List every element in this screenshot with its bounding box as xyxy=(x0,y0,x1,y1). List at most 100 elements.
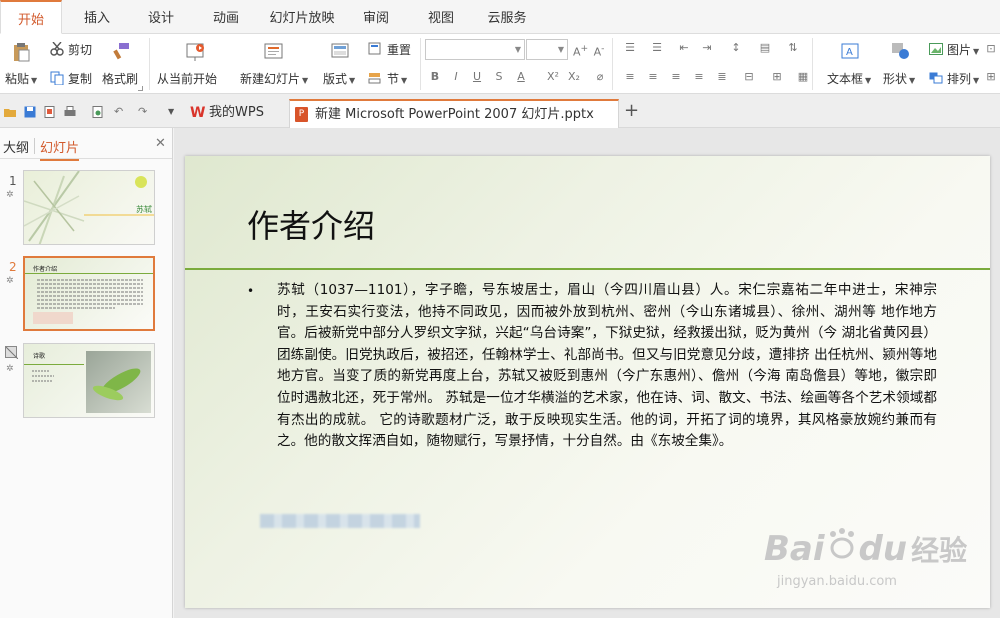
animation-star-icon: ✲ xyxy=(6,276,14,286)
justify-icon[interactable]: ≡ xyxy=(692,70,706,83)
underline-icon[interactable]: U xyxy=(470,70,484,83)
play-from-current-icon[interactable] xyxy=(186,42,206,65)
shape-icon[interactable] xyxy=(891,42,911,63)
close-panel-icon[interactable]: ✕ xyxy=(155,136,166,151)
clear-format-icon[interactable]: ⌀ xyxy=(593,70,607,83)
ribbon-divider xyxy=(612,38,613,90)
columns-icon[interactable]: ▤ xyxy=(758,41,772,54)
new-slide-icon[interactable] xyxy=(264,42,284,65)
layout-icon[interactable] xyxy=(331,42,349,63)
cut-button[interactable]: 剪切 xyxy=(68,41,92,58)
clipboard-expand-icon[interactable] xyxy=(138,86,143,91)
tab-view[interactable]: 视图 xyxy=(416,0,466,34)
ribbon-more-icon-2[interactable]: ⊞ xyxy=(984,70,998,83)
open-icon[interactable] xyxy=(4,106,16,118)
slide-thumbnail-3[interactable]: 诗歌 xyxy=(23,343,155,418)
tab-animation[interactable]: 动画 xyxy=(201,0,251,34)
save-icon[interactable] xyxy=(24,106,36,118)
hidden-slide-icon xyxy=(5,346,19,360)
tab-my-wps[interactable]: W 我的WPS xyxy=(184,99,288,128)
new-slide-button[interactable]: 新建幻灯片 ▼ xyxy=(240,70,308,87)
watermark-brand: Bai xyxy=(764,529,825,569)
watermark-cn: 经验 xyxy=(911,534,968,567)
new-tab-button[interactable]: + xyxy=(624,100,639,121)
arrange-button[interactable]: 排列 ▼ xyxy=(947,70,979,87)
thumb-text-lines xyxy=(33,279,143,324)
slide-thumbnail-2[interactable]: 作者介绍 xyxy=(23,256,155,331)
text-direction-icon[interactable]: ⇅ xyxy=(786,41,800,54)
subscript-icon[interactable]: X₂ xyxy=(567,70,581,83)
layout-button[interactable]: 版式 ▼ xyxy=(323,70,355,87)
ribbon-divider xyxy=(149,38,150,90)
increase-indent-icon[interactable]: ⇥ xyxy=(700,41,714,54)
export-pdf-icon[interactable] xyxy=(92,106,104,118)
textbox-button[interactable]: 文本框 ▼ xyxy=(827,70,871,87)
section-button[interactable]: 节 ▼ xyxy=(387,70,407,87)
copy-button[interactable]: 复制 xyxy=(68,70,92,87)
print-preview-icon[interactable] xyxy=(44,106,56,118)
align-right-icon[interactable]: ≡ xyxy=(669,70,683,83)
paragraph-settings-icon[interactable]: ▦ xyxy=(796,70,810,83)
tab-design[interactable]: 设计 xyxy=(136,0,186,34)
from-current-button[interactable]: 从当前开始 xyxy=(157,70,217,87)
tab-insert[interactable]: 插入 xyxy=(72,0,122,34)
slide-thumbnail-1[interactable]: 苏轼 xyxy=(23,170,155,245)
tab-outline[interactable]: 大纲 xyxy=(3,137,29,156)
slide-number: 1 xyxy=(9,174,17,188)
panel-divider xyxy=(0,158,172,159)
ribbon: 粘贴 ▼ 剪切 复制 格式刷 从当前开始 新建幻灯片 ▼ 版式 ▼ 重置 节 ▼ ▼ ▼… xyxy=(0,34,1000,94)
picture-button[interactable]: 图片 ▼ xyxy=(947,41,979,58)
italic-icon[interactable]: I xyxy=(449,70,463,83)
tab-home[interactable]: 开始 xyxy=(0,0,62,34)
font-color-icon[interactable]: A xyxy=(514,70,528,83)
thumb-text-lines xyxy=(32,370,54,382)
scissors-icon xyxy=(50,41,64,59)
grow-font-icon[interactable]: A+ xyxy=(573,43,588,59)
slide-title[interactable]: 作者介绍 xyxy=(247,201,375,247)
thumb-title: 苏轼 xyxy=(136,205,152,214)
ribbon-divider xyxy=(812,38,813,90)
tab-slideshow[interactable]: 幻灯片放映 xyxy=(264,0,340,34)
vertical-align-icon[interactable]: ⊟ xyxy=(742,70,756,83)
copy-icon xyxy=(50,71,64,88)
font-name-select[interactable]: ▼ xyxy=(425,39,525,60)
redo-icon[interactable]: ↷ xyxy=(138,106,150,118)
format-painter-button[interactable]: 格式刷 xyxy=(102,70,138,87)
ribbon-more-icon[interactable]: ⊡ xyxy=(984,42,998,55)
align-center-icon[interactable]: ≡ xyxy=(646,70,660,83)
tab-review[interactable]: 审阅 xyxy=(351,0,401,34)
bold-icon[interactable]: B xyxy=(428,70,442,83)
undo-icon[interactable]: ↶ xyxy=(114,106,126,118)
tab-cloud[interactable]: 云服务 xyxy=(480,0,534,34)
paste-button[interactable]: 粘贴 ▼ xyxy=(5,70,37,87)
paste-icon[interactable] xyxy=(12,42,30,62)
customize-quickbar-icon[interactable]: ▼ xyxy=(168,106,180,118)
panel-tab-divider xyxy=(34,138,35,154)
line-spacing-icon[interactable]: ↕ xyxy=(729,41,743,54)
print-icon[interactable] xyxy=(64,106,76,118)
shadow-icon[interactable]: S xyxy=(492,70,506,83)
bullet-icon: • xyxy=(247,284,255,298)
shrink-font-icon[interactable]: A- xyxy=(592,43,606,59)
animation-star-icon: ✲ xyxy=(6,190,14,200)
numbered-list-icon[interactable]: ☰ xyxy=(650,41,664,54)
tab-document[interactable]: P 新建 Microsoft PowerPoint 2007 幻灯片.pptx xyxy=(289,99,619,128)
thumb-title: 诗歌 xyxy=(33,353,46,360)
menu-bar: 开始 插入 设计 动画 幻灯片放映 审阅 视图 云服务 xyxy=(0,0,1000,34)
textbox-icon[interactable]: A xyxy=(841,42,859,63)
section-icon xyxy=(368,72,381,88)
format-painter-icon[interactable] xyxy=(113,42,131,63)
bullet-list-icon[interactable]: ☰ xyxy=(623,41,637,54)
align-left-icon[interactable]: ≡ xyxy=(623,70,637,83)
slide-body-text[interactable]: 苏轼（1037—1101），字子瞻，号东坡居士，眉山（今四川眉山县）人。宋仁宗嘉… xyxy=(277,280,937,453)
decrease-indent-icon[interactable]: ⇤ xyxy=(677,41,691,54)
blurred-text xyxy=(260,514,420,528)
reset-button[interactable]: 重置 xyxy=(387,41,411,58)
shape-button[interactable]: 形状 ▼ xyxy=(883,70,915,87)
superscript-icon[interactable]: X² xyxy=(546,70,560,83)
thumb-line xyxy=(25,273,153,274)
distribute-icon[interactable]: ≣ xyxy=(715,70,729,83)
smart-art-icon[interactable]: ⊞ xyxy=(770,70,784,83)
slide-canvas: 作者介绍 • 苏轼（1037—1101），字子瞻，号东坡居士，眉山（今四川眉山县… xyxy=(174,128,1000,618)
font-size-select[interactable]: ▼ xyxy=(526,39,568,60)
